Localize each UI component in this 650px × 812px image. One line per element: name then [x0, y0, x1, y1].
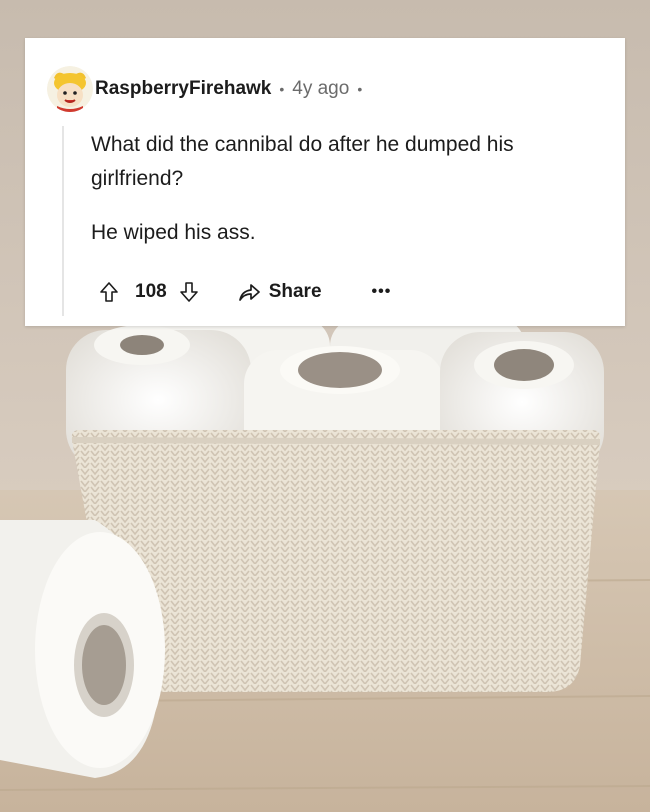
share-icon	[237, 280, 261, 304]
meta-separator-trailing: •	[357, 81, 363, 97]
downvote-arrow-icon[interactable]	[177, 280, 201, 304]
username[interactable]: RaspberryFirehawk	[95, 78, 271, 100]
meta-separator: •	[279, 81, 285, 97]
avatar-icon[interactable]	[47, 66, 93, 112]
share-button[interactable]: Share	[237, 280, 322, 304]
vote-score: 108	[135, 281, 167, 302]
comment-card: RaspberryFirehawk • 4y ago • What did th…	[25, 38, 625, 326]
comment-line: He wiped his ass.	[91, 221, 256, 244]
timestamp: 4y ago	[292, 78, 350, 99]
upvote-arrow-icon[interactable]	[97, 280, 121, 304]
comment-header: RaspberryFirehawk • 4y ago •	[47, 63, 370, 115]
comment-body: What did the cannibal do after he dumped…	[91, 128, 611, 250]
floor-roll	[0, 520, 165, 778]
comment-line: What did the cannibal do after he dumped…	[91, 133, 514, 190]
comment-actions: 108 Share •••	[97, 276, 391, 308]
thread-line[interactable]	[62, 126, 64, 316]
more-dots-icon[interactable]: •••	[372, 283, 392, 301]
share-label: Share	[268, 281, 322, 302]
